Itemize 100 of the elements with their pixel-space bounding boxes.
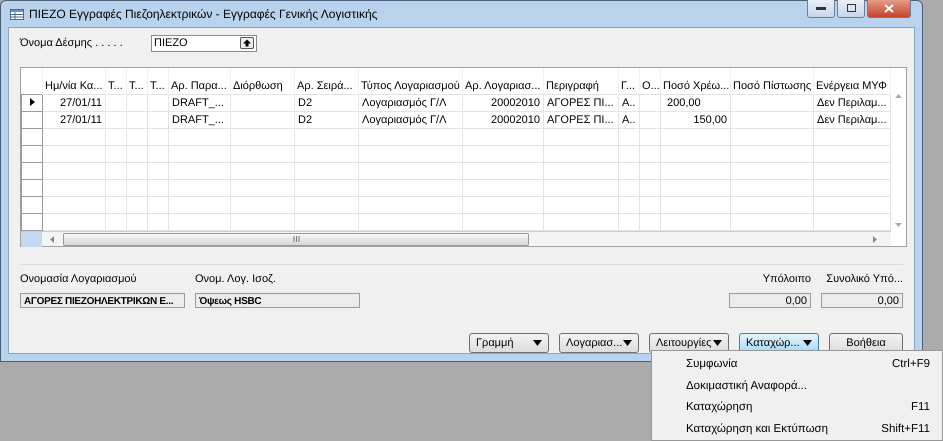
- empty-cell: [168, 146, 230, 162]
- dropdown-arrow-icon: [713, 340, 722, 346]
- empty-cell: [106, 180, 126, 196]
- column-header[interactable]: Τ...: [106, 68, 126, 94]
- close-icon: [884, 4, 894, 12]
- empty-cell: [148, 180, 168, 196]
- empty-cell: [106, 162, 126, 180]
- empty-cell: [660, 196, 730, 214]
- empty-cell: [148, 162, 168, 180]
- table-cell: 20002010: [462, 94, 544, 112]
- column-header[interactable]: Αρ. Λογαριασ...: [462, 68, 544, 94]
- table-cell: [106, 94, 126, 112]
- empty-cell: [294, 128, 358, 146]
- column-header[interactable]: Τ...: [126, 68, 148, 94]
- table-cell: Α..: [618, 112, 640, 128]
- column-header[interactable]: Διόρθωση: [230, 68, 294, 94]
- empty-cell: [230, 162, 294, 180]
- empty-cell: [168, 128, 230, 146]
- empty-cell: [148, 146, 168, 162]
- table-cell: 150,00: [660, 112, 730, 128]
- field-label: Ονομασία Λογαριασμού: [20, 273, 137, 285]
- empty-cell: [168, 196, 230, 214]
- table-cell: 20002010: [462, 112, 544, 128]
- scroll-right-icon[interactable]: [873, 236, 877, 242]
- menu-item[interactable]: Καταχώρηση και Εκτύπωση Shift+F11: [684, 418, 942, 440]
- scroll-down-icon[interactable]: [895, 223, 902, 227]
- empty-cell: [294, 180, 358, 196]
- table-cell: Δεν Περιλαμ...: [814, 94, 890, 112]
- empty-cell: [618, 180, 640, 196]
- table-cell: Λογαριασμός Γ/Λ: [358, 94, 462, 112]
- table-icon: [10, 8, 24, 20]
- table-cell: DRAFT_...: [168, 94, 230, 112]
- empty-cell: [618, 196, 640, 214]
- empty-cell: [168, 180, 230, 196]
- empty-cell: [294, 146, 358, 162]
- menu-item[interactable]: Δοκιμαστική Αναφορά...: [684, 374, 942, 396]
- minimize-icon: [816, 6, 826, 10]
- table-cell: [640, 94, 660, 112]
- lookup-icon: [240, 37, 254, 49]
- empty-cell: [230, 196, 294, 214]
- column-header[interactable]: Τ...: [148, 68, 168, 94]
- empty-cell: [640, 146, 660, 162]
- minimize-button[interactable]: [807, 0, 835, 18]
- menu-button[interactable]: Λογαριασ...: [559, 333, 639, 353]
- empty-cell: [294, 196, 358, 214]
- column-header[interactable]: Περιγραφή: [544, 68, 618, 94]
- empty-cell: [660, 146, 730, 162]
- table-cell: Α..: [618, 94, 640, 112]
- table-cell: [148, 112, 168, 128]
- menu-button[interactable]: Γραμμή: [469, 333, 549, 353]
- dropdown-arrow-icon: [533, 340, 542, 346]
- scroll-up-icon[interactable]: [895, 94, 902, 98]
- empty-cell: [640, 128, 660, 146]
- current-row-icon: [30, 98, 34, 106]
- table-cell: [640, 112, 660, 128]
- amount-field: 0,00: [821, 293, 903, 308]
- empty-cell: [106, 146, 126, 162]
- menu-item[interactable]: Συμφωνία Ctrl+F9: [684, 353, 942, 375]
- amount-field: 0,00: [729, 293, 811, 308]
- empty-cell: [126, 162, 148, 180]
- column-header[interactable]: Ημ/νία Κα...: [42, 68, 106, 94]
- empty-cell: [148, 128, 168, 146]
- empty-cell: [640, 196, 660, 214]
- batch-name-field[interactable]: ΠΙΕΖΟ: [151, 34, 257, 52]
- empty-cell: [618, 162, 640, 180]
- column-header[interactable]: Ποσό Χρέω...: [660, 68, 730, 94]
- maximize-button[interactable]: [837, 0, 865, 18]
- shortcut-text: Ctrl+F9: [892, 358, 930, 370]
- empty-cell: [126, 196, 148, 214]
- empty-cell: [618, 128, 640, 146]
- column-header[interactable]: Ποσό Πίστωσης: [730, 68, 814, 94]
- field-label: Υπόλοιπο: [762, 273, 811, 285]
- field-label: Ονομ. Λογ. Ισοζ.: [195, 273, 276, 285]
- table-cell: D2: [294, 94, 358, 112]
- empty-cell: [126, 180, 148, 196]
- column-header[interactable]: Ο...: [640, 68, 660, 94]
- empty-cell: [618, 146, 640, 162]
- column-header[interactable]: Τύπος Λογαριασμού: [358, 68, 462, 94]
- table-cell: Λογαριασμός Γ/Λ: [358, 112, 462, 128]
- table-cell: DRAFT_...: [168, 112, 230, 128]
- scrollbar-thumb[interactable]: [63, 232, 529, 246]
- table-cell: [230, 112, 294, 128]
- empty-cell: [126, 128, 148, 146]
- window-title: ΠΙΕΖΟ Εγγραφές Πιεζοηλεκτρικών - Εγγραφές Γενικής Λογιστικής: [29, 7, 378, 21]
- empty-cell: [294, 162, 358, 180]
- column-header[interactable]: Γ...: [618, 68, 640, 94]
- empty-cell: [230, 146, 294, 162]
- column-header[interactable]: Αρ. Σειρά...: [294, 68, 358, 94]
- empty-cell: [148, 196, 168, 214]
- close-button[interactable]: [867, 0, 911, 18]
- table-cell: [230, 94, 294, 112]
- scroll-left-icon[interactable]: [50, 236, 54, 242]
- field-label: Συνολικό Υπό...: [826, 273, 903, 285]
- menu-item[interactable]: Καταχώρηση F11: [684, 396, 942, 418]
- dropdown-arrow-icon: [623, 340, 632, 346]
- table-cell: [126, 112, 148, 128]
- batch-name-label: Όνομα Δέσμης . . . . .: [20, 37, 124, 49]
- row-selector[interactable]: [22, 94, 42, 112]
- column-header[interactable]: Αρ. Παρα...: [168, 68, 230, 94]
- empty-cell: [126, 146, 148, 162]
